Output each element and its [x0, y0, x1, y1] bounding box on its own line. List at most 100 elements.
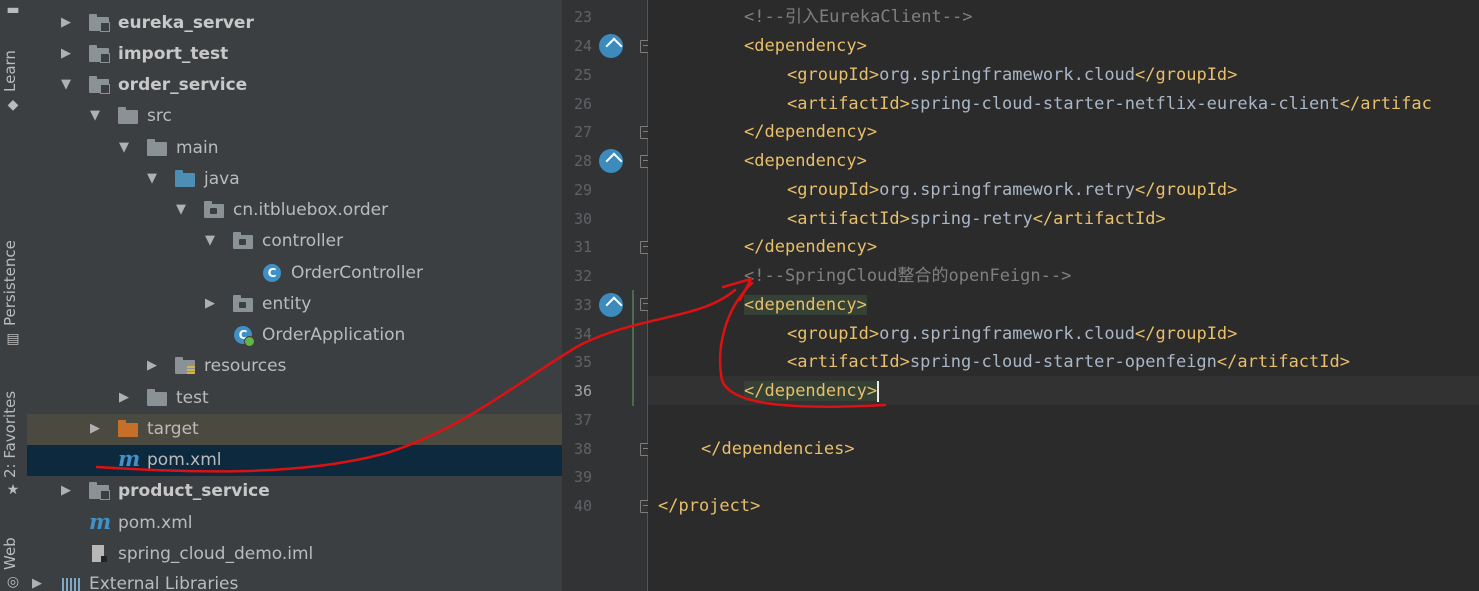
line-number: 37	[573, 411, 593, 429]
package-icon	[233, 232, 253, 250]
tree-item-controller[interactable]: ▼ controller	[27, 226, 562, 257]
favorites-tab[interactable]: 2: Favorites	[1, 380, 25, 478]
tree-item-label: main	[176, 138, 219, 158]
line-number-current: 36	[573, 382, 593, 400]
tree-item-order-service[interactable]: ▼ order_service	[27, 70, 562, 101]
text-caret	[877, 380, 880, 402]
tree-item-label: java	[204, 169, 240, 189]
folder-icon	[147, 139, 167, 157]
line-number: 30	[573, 210, 593, 228]
code-line-30: <artifactId>spring-retry</artifactId>	[787, 209, 1166, 229]
java-class-icon: C	[263, 264, 283, 282]
tree-item-test[interactable]: ▶ test	[27, 383, 562, 414]
iml-file-icon	[89, 545, 109, 563]
collapse-arrow-icon[interactable]: ▼	[174, 202, 188, 218]
tree-item-order-application[interactable]: C OrderApplication	[27, 320, 562, 351]
code-line-26: <artifactId>spring-cloud-starter-netflix…	[787, 94, 1432, 114]
tree-item-label: import_test	[118, 44, 229, 64]
project-icon[interactable]: ▬	[4, 2, 22, 18]
source-folder-icon	[175, 170, 195, 188]
code-line-27: </dependency>	[744, 122, 878, 142]
line-number: 24	[573, 37, 593, 55]
spring-boot-app-icon: C	[234, 326, 255, 347]
expand-arrow-icon[interactable]: ▶	[145, 358, 159, 374]
tree-item-label: src	[147, 106, 172, 126]
line-number: 23	[573, 8, 593, 26]
line-number: 29	[573, 181, 593, 199]
tree-item-import-test[interactable]: ▶ import_test	[27, 39, 562, 70]
web-tab[interactable]: Web	[1, 528, 25, 570]
maven-icon: m	[89, 509, 112, 534]
collapse-arrow-icon[interactable]: ▼	[59, 77, 73, 93]
line-number: 40	[573, 497, 593, 515]
code-line-34: <groupId>org.springframework.cloud</grou…	[787, 324, 1238, 344]
tree-item-package-order[interactable]: ▼ cn.itbluebox.order	[27, 195, 562, 226]
tree-item-java[interactable]: ▼ java	[27, 164, 562, 195]
module-folder-icon	[89, 482, 110, 500]
tree-item-label: product_service	[118, 481, 270, 501]
persistence-icon: ▤	[6, 331, 20, 347]
star-icon: ★	[6, 482, 20, 498]
code-line-35: <artifactId>spring-cloud-starter-openfei…	[787, 352, 1350, 372]
code-line-24: <dependency>	[744, 36, 867, 56]
tree-item-label: OrderController	[291, 263, 423, 283]
expand-arrow-icon[interactable]: ▶	[117, 390, 131, 406]
expand-arrow-icon[interactable]: ▶	[59, 15, 73, 31]
tree-item-label: target	[147, 419, 199, 439]
folder-icon	[118, 107, 138, 125]
persistence-tab[interactable]: Persistence	[1, 228, 25, 326]
libraries-icon	[60, 575, 80, 591]
expand-arrow-icon[interactable]: ▶	[59, 483, 73, 499]
tree-item-pom-order[interactable]: m pom.xml	[27, 445, 562, 476]
navigate-icon[interactable]	[599, 293, 623, 317]
tree-item-entity[interactable]: ▶ entity	[27, 289, 562, 320]
tree-item-eureka-server[interactable]: ▶ eureka_server	[27, 8, 562, 39]
tree-item-iml[interactable]: spring_cloud_demo.iml	[27, 539, 562, 570]
expand-arrow-icon[interactable]: ▶	[203, 296, 217, 312]
collapse-arrow-icon[interactable]: ▼	[117, 140, 131, 156]
tree-item-resources[interactable]: ▶ resources	[27, 351, 562, 382]
code-line-33: <dependency>	[744, 295, 867, 315]
folder-icon	[147, 389, 167, 407]
navigate-icon[interactable]	[599, 149, 623, 173]
vcs-change-marker	[632, 290, 634, 406]
tree-item-order-controller[interactable]: C OrderController	[27, 258, 562, 289]
line-number: 38	[573, 440, 593, 458]
tree-item-external-libraries[interactable]: ▶ External Libraries	[27, 569, 562, 591]
collapse-arrow-icon[interactable]: ▼	[145, 171, 159, 187]
tree-item-label: order_service	[118, 75, 248, 95]
navigate-icon[interactable]	[599, 34, 623, 58]
code-line-36: </dependency>	[744, 380, 880, 402]
code-line-29: <groupId>org.springframework.retry</grou…	[787, 180, 1238, 200]
line-number: 33	[573, 296, 593, 314]
tree-item-src[interactable]: ▼ src	[27, 101, 562, 132]
maven-icon: m	[118, 446, 141, 471]
tree-item-label: External Libraries	[89, 574, 239, 591]
code-line-32: <!--SpringCloud整合的openFeign-->	[744, 266, 1072, 286]
tool-window-strip: ▬ Learn ◆ Persistence ▤ 2: Favorites ★ W…	[0, 0, 28, 591]
code-line-25: <groupId>org.springframework.cloud</grou…	[787, 65, 1238, 85]
tree-item-target[interactable]: ▶ target	[27, 414, 562, 445]
globe-icon: ◎	[6, 574, 20, 590]
expand-arrow-icon[interactable]: ▶	[59, 46, 73, 62]
package-icon	[204, 201, 224, 219]
collapse-arrow-icon[interactable]: ▼	[88, 108, 102, 124]
line-number: 34	[573, 325, 593, 343]
tree-item-label: pom.xml	[147, 450, 222, 470]
line-number: 26	[573, 95, 593, 113]
expand-arrow-icon[interactable]: ▶	[88, 421, 102, 437]
code-line-38: </dependencies>	[701, 439, 855, 459]
code-editor[interactable]: <!--引入EurekaClient--> <dependency> <grou…	[648, 0, 1479, 591]
learn-tab[interactable]: Learn	[1, 42, 25, 92]
tree-item-product-service[interactable]: ▶ product_service	[27, 476, 562, 507]
tree-item-label: cn.itbluebox.order	[233, 200, 389, 220]
tree-item-pom-root[interactable]: m pom.xml	[27, 508, 562, 539]
expand-arrow-icon[interactable]: ▶	[30, 576, 44, 591]
tree-item-label: pom.xml	[118, 513, 193, 533]
line-number: 31	[573, 238, 593, 256]
module-folder-icon	[89, 14, 110, 32]
collapse-arrow-icon[interactable]: ▼	[203, 233, 217, 249]
tree-item-main[interactable]: ▼ main	[27, 133, 562, 164]
module-folder-icon	[89, 45, 110, 63]
line-number: 32	[573, 267, 593, 285]
